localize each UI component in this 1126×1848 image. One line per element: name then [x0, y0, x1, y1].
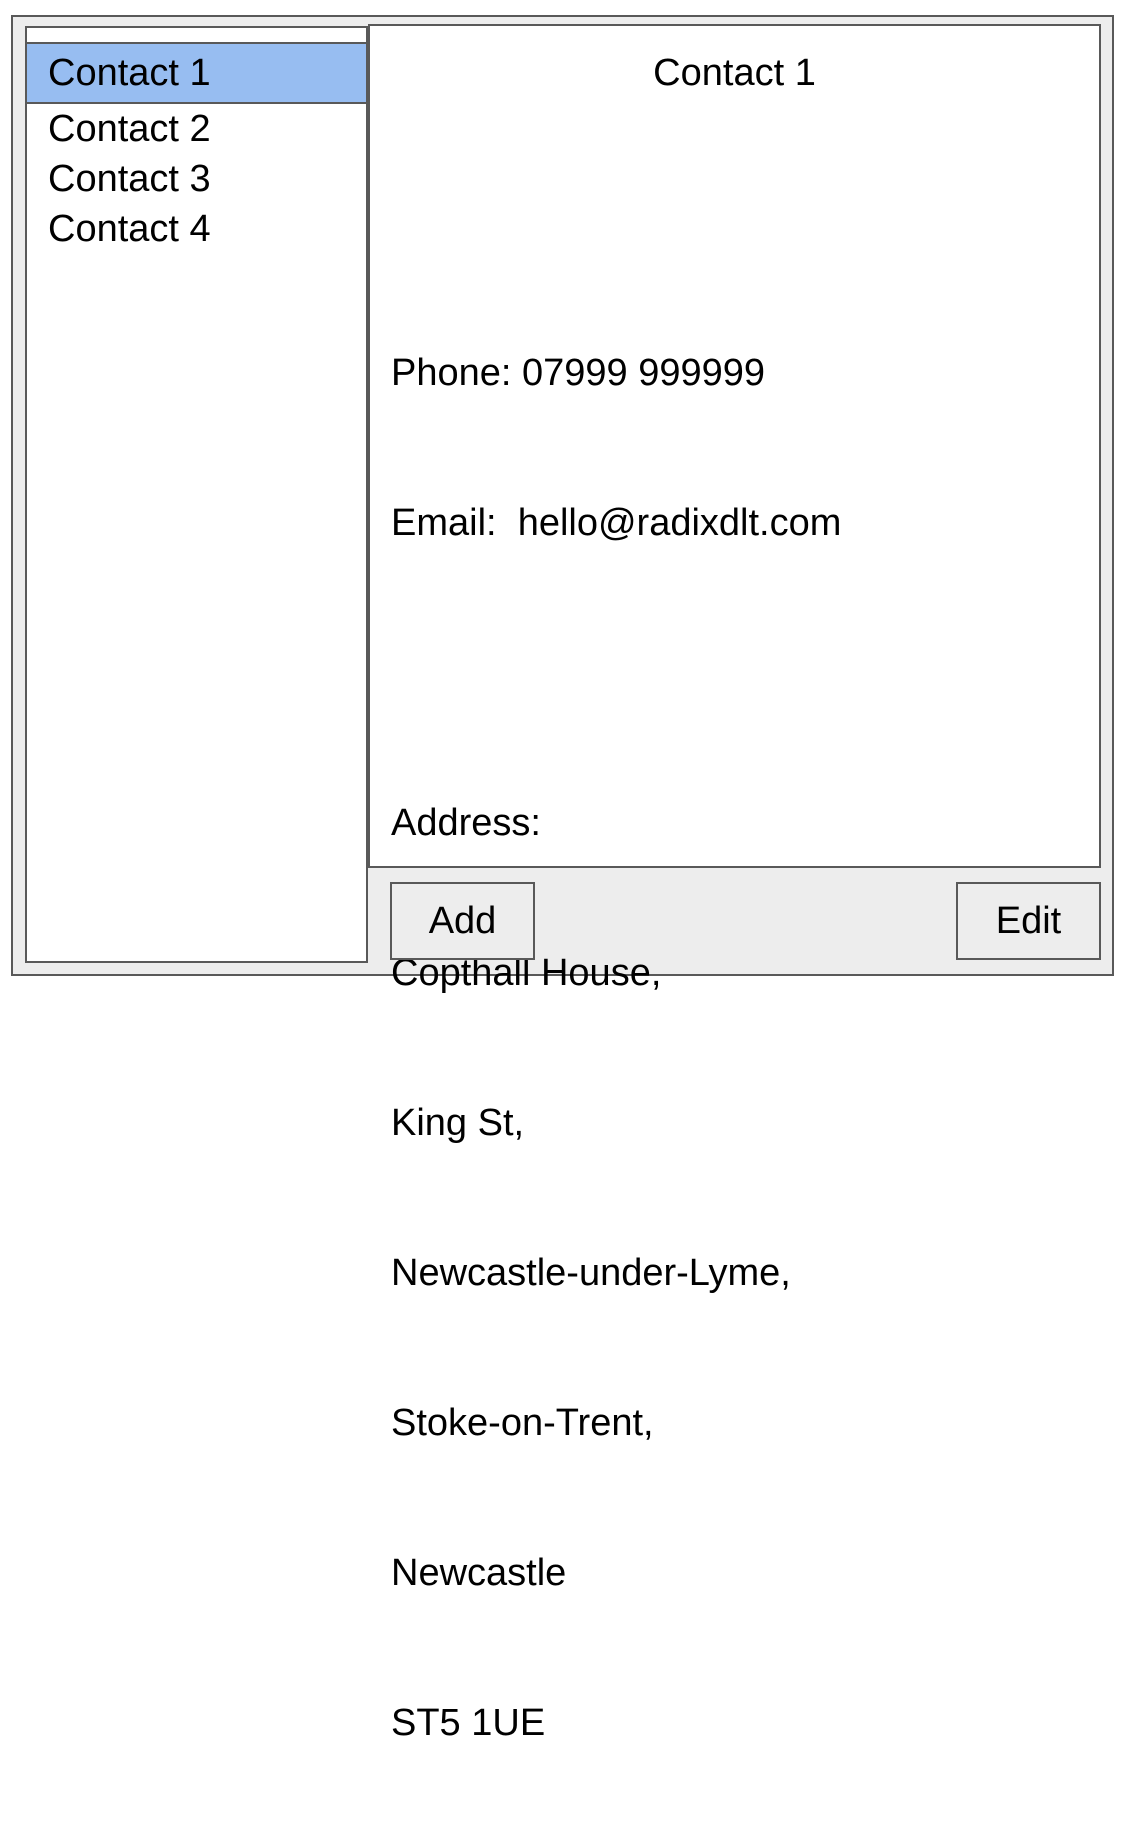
- detail-spacer: [391, 648, 841, 698]
- address-line-5: Newcastle: [391, 1552, 567, 1594]
- address-line-4: Stoke-on-Trent,: [391, 1402, 654, 1444]
- contact-list-item-2[interactable]: Contact 2: [27, 104, 366, 154]
- contact-list-item-1[interactable]: Contact 1: [27, 44, 366, 104]
- contact-list-panel: Contact 1 Contact 2 Contact 3 Contact 4: [25, 26, 368, 963]
- contact-phone: Phone: 07999 999999: [391, 352, 766, 394]
- edit-button[interactable]: Edit: [956, 882, 1101, 960]
- add-button[interactable]: Add: [390, 882, 535, 960]
- address-line-2: King St,: [391, 1102, 525, 1144]
- contact-list-item-4[interactable]: Contact 4: [27, 204, 366, 254]
- contact-email: Email: hello@radixdlt.com: [391, 502, 842, 544]
- contact-detail-panel: Contact 1 Phone: 07999 999999 Email: hel…: [368, 24, 1101, 1744]
- contact-list: Contact 1 Contact 2 Contact 3 Contact 4: [27, 44, 366, 254]
- contact-detail-title: Contact 1: [653, 52, 816, 94]
- contact-detail-body: Phone: 07999 999999 Email: hello@radixdl…: [391, 248, 841, 1848]
- address-label: Address:: [391, 802, 541, 844]
- address-line-3: Newcastle-under-Lyme,: [391, 1252, 791, 1294]
- contact-list-item-3[interactable]: Contact 3: [27, 154, 366, 204]
- address-line-6: ST5 1UE: [391, 1702, 546, 1744]
- contacts-window: Contact 1 Contact 2 Contact 3 Contact 4 …: [11, 15, 1114, 1744]
